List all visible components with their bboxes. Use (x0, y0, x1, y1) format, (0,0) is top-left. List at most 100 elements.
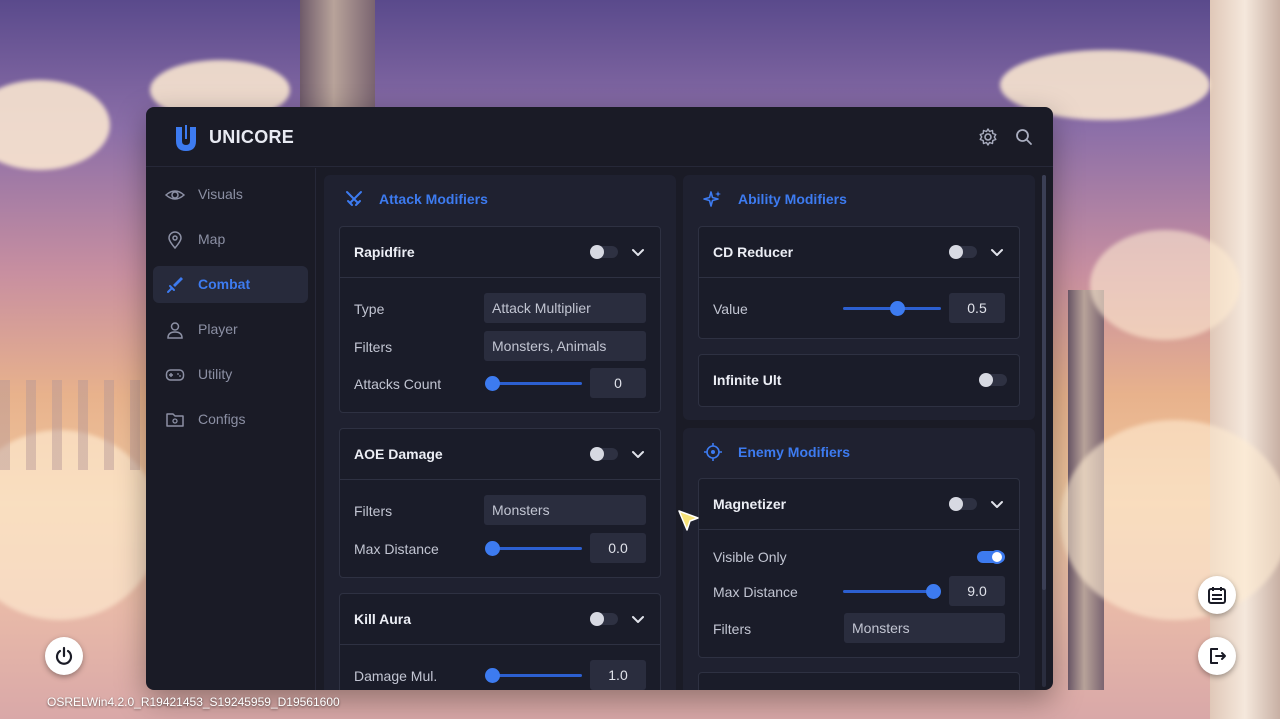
chevron-down-icon[interactable] (630, 244, 646, 260)
cd-reducer-toggle[interactable] (949, 245, 977, 259)
aoe-damage-toggle[interactable] (590, 447, 618, 461)
card-title: Kill Aura (354, 611, 412, 627)
rapidfire-toggle[interactable] (590, 245, 618, 259)
card-header[interactable]: AOE Damage (340, 429, 660, 480)
background-arches (0, 380, 146, 470)
sparkles-icon (703, 191, 721, 207)
slider-thumb[interactable] (485, 668, 500, 683)
section-header: Ability Modifiers (683, 175, 1035, 223)
max-distance-input[interactable]: 0.0 (590, 533, 646, 563)
card-header[interactable]: Infinite Ult (699, 355, 1019, 406)
main-window: UNICORE Visuals Map Combat Player Utilit… (146, 107, 1053, 690)
sword-icon (167, 277, 183, 293)
background-tower (300, 0, 375, 107)
content-area: Attack Modifiers Rapidfire Type Attack M… (317, 168, 1053, 690)
visible-only-toggle[interactable] (977, 550, 1005, 564)
max-distance-label: Max Distance (713, 584, 798, 600)
max-distance-input[interactable]: 9.0 (949, 576, 1005, 606)
attacks-count-label: Attacks Count (354, 376, 442, 392)
magnetizer-toggle[interactable] (949, 497, 977, 511)
visible-only-label: Visible Only (713, 549, 787, 565)
slider-thumb[interactable] (926, 584, 942, 599)
card-title: Magnetizer (713, 496, 787, 512)
section-title: Ability Modifiers (738, 191, 847, 207)
max-distance-label: Max Distance (354, 541, 439, 557)
card-title: AOE Damage (354, 446, 443, 462)
content-scrollbar[interactable] (1042, 175, 1046, 687)
sidebar-item-utility[interactable]: Utility (153, 356, 308, 393)
card-header[interactable]: CD Reducer (699, 227, 1019, 278)
card-header[interactable]: Rapidfire (340, 227, 660, 278)
damage-mul-label: Damage Mul. (354, 668, 438, 684)
filters-label: Filters (354, 339, 393, 355)
title-bar: UNICORE (146, 107, 1053, 167)
infinite-ult-toggle[interactable] (979, 373, 1007, 387)
folder-gear-icon (166, 413, 184, 427)
value-input[interactable]: 0.5 (949, 293, 1005, 323)
sidebar-item-map[interactable]: Map (153, 221, 308, 258)
max-distance-slider[interactable] (843, 584, 942, 599)
kill-aura-toggle[interactable] (590, 612, 618, 626)
card-title: Infinite Ult (713, 372, 782, 388)
type-select[interactable]: Attack Multiplier (484, 293, 646, 323)
kill-aura-card: Kill Aura Damage Mul. 1.0 (339, 593, 661, 690)
version-string: OSRELWin4.2.0_R19421453_S19245959_D19561… (47, 695, 340, 709)
filters-select[interactable]: Monsters, Animals (484, 331, 646, 361)
attack-modifiers-section: Attack Modifiers Rapidfire Type Attack M… (324, 175, 676, 690)
chevron-down-icon[interactable] (989, 496, 1005, 512)
filters-label: Filters (354, 503, 393, 519)
crosshair-icon (704, 443, 722, 461)
sidebar-item-label: Map (198, 231, 226, 247)
chevron-down-icon[interactable] (989, 244, 1005, 260)
search-icon[interactable] (1014, 127, 1034, 147)
filters-select[interactable]: Monsters (484, 495, 646, 525)
slider-thumb[interactable] (485, 376, 500, 391)
background-cloud (1060, 420, 1280, 620)
sidebar-item-combat[interactable]: Combat (153, 266, 308, 303)
value-slider[interactable] (843, 301, 941, 316)
scrollbar-thumb[interactable] (1042, 175, 1046, 590)
enemy-modifiers-section: Enemy Modifiers Magnetizer Visible Only … (683, 428, 1035, 690)
app-brand-name: UNICORE (209, 127, 295, 147)
power-button[interactable] (45, 637, 83, 675)
map-pin-icon (168, 231, 182, 250)
exit-button[interactable] (1198, 637, 1236, 675)
sidebar-item-label: Visuals (198, 186, 243, 202)
attacks-count-slider[interactable] (485, 376, 582, 391)
sidebar-item-label: Utility (198, 366, 233, 382)
user-icon (167, 322, 183, 339)
calendar-icon (1208, 587, 1226, 604)
section-title: Enemy Modifiers (738, 444, 851, 460)
section-header: Enemy Modifiers (683, 428, 1035, 476)
sidebar-item-label: Player (198, 321, 238, 337)
filters-select[interactable]: Monsters (844, 613, 1005, 643)
background-cloud (0, 80, 110, 170)
rapidfire-card: Rapidfire Type Attack Multiplier Filters… (339, 226, 661, 413)
damage-mul-slider[interactable] (485, 668, 582, 683)
slider-thumb[interactable] (485, 541, 500, 556)
chevron-down-icon[interactable] (630, 446, 646, 462)
chevron-down-icon[interactable] (630, 611, 646, 627)
sidebar-item-visuals[interactable]: Visuals (153, 176, 308, 213)
type-label: Type (354, 301, 385, 317)
crossed-swords-icon (346, 191, 362, 206)
max-distance-slider[interactable] (485, 541, 582, 556)
sidebar-item-configs[interactable]: Configs (153, 401, 308, 438)
filters-label: Filters (713, 621, 752, 637)
sidebar-item-player[interactable]: Player (153, 311, 308, 348)
magnetizer-card: Magnetizer Visible Only Max Distance 9.0… (698, 478, 1020, 658)
unicore-logo-icon (176, 125, 196, 151)
exit-icon (1210, 648, 1226, 664)
settings-gear-icon[interactable] (978, 127, 998, 147)
slider-thumb[interactable] (889, 301, 905, 316)
damage-mul-input[interactable]: 1.0 (590, 660, 646, 690)
card-title: CD Reducer (713, 244, 794, 260)
eye-icon (165, 190, 185, 200)
card-header[interactable]: Kill Aura (340, 594, 660, 645)
section-title: Attack Modifiers (379, 191, 488, 207)
sidebar-item-label: Combat (198, 276, 251, 292)
ability-modifiers-section: Ability Modifiers CD Reducer Value 0.5 I… (683, 175, 1035, 420)
calendar-button[interactable] (1198, 576, 1236, 614)
attacks-count-input[interactable]: 0 (590, 368, 646, 398)
card-header[interactable]: Magnetizer (699, 479, 1019, 530)
